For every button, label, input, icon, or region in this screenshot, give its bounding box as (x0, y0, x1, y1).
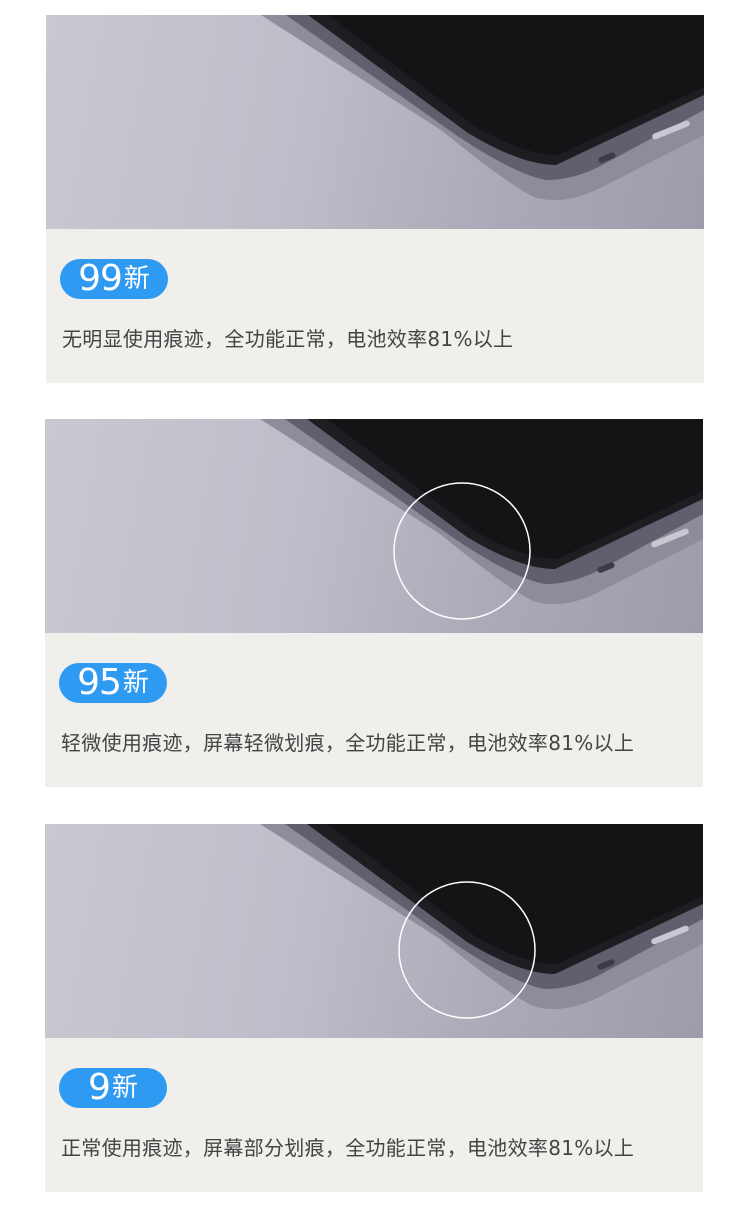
grade-badge: 95 新 (59, 663, 167, 703)
grade-info-panel: 9 新 正常使用痕迹，屏幕部分划痕，全功能正常，电池效率81%以上 (45, 1038, 703, 1192)
phone-corner-image (261, 15, 704, 201)
grade-suffix: 新 (122, 668, 149, 698)
phone-corner-photo (45, 419, 703, 633)
grade-badge: 9 新 (59, 1068, 167, 1108)
phone-corner-image (260, 824, 703, 1019)
grade-number: 9 (88, 1067, 111, 1108)
grade-description: 轻微使用痕迹，屏幕轻微划痕，全功能正常，电池效率81%以上 (61, 731, 635, 755)
grade-info-panel: 99 新 无明显使用痕迹，全功能正常，电池效率81%以上 (46, 229, 704, 383)
grade-info-panel: 95 新 轻微使用痕迹，屏幕轻微划痕，全功能正常，电池效率81%以上 (45, 633, 703, 787)
grade-card-95: 95 新 轻微使用痕迹，屏幕轻微划痕，全功能正常，电池效率81%以上 (45, 419, 703, 787)
grade-card-99: 99 新 无明显使用痕迹，全功能正常，电池效率81%以上 (46, 15, 704, 383)
grade-badge: 99 新 (60, 259, 168, 299)
grade-description: 正常使用痕迹，屏幕部分划痕，全功能正常，电池效率81%以上 (61, 1136, 635, 1160)
phone-corner-photo (45, 824, 703, 1038)
grade-number: 99 (78, 258, 123, 299)
phone-corner-image (260, 419, 703, 620)
grade-suffix: 新 (111, 1073, 138, 1103)
grade-description: 无明显使用痕迹，全功能正常，电池效率81%以上 (62, 327, 514, 351)
grade-card-9: 9 新 正常使用痕迹，屏幕部分划痕，全功能正常，电池效率81%以上 (45, 824, 703, 1192)
grade-number: 95 (77, 662, 122, 703)
grade-suffix: 新 (123, 264, 150, 294)
phone-corner-photo (46, 15, 704, 229)
